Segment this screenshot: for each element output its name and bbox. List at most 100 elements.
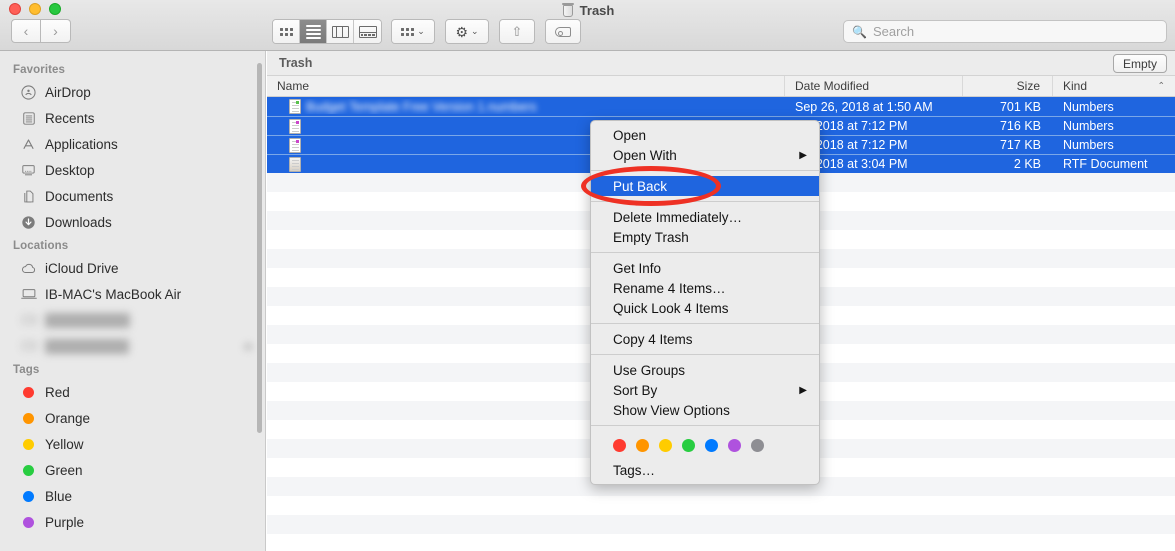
- gallery-view-icon: [359, 26, 377, 38]
- file-size-cell: 701 KB: [963, 100, 1053, 114]
- file-size-cell: 716 KB: [963, 119, 1053, 133]
- trash-can-icon: [561, 3, 575, 18]
- table-row[interactable]: Budget Template Free Version 1.numbersSe…: [267, 97, 1175, 116]
- list-view-button[interactable]: [300, 20, 327, 43]
- menu-item-get-info[interactable]: Get Info: [591, 258, 819, 278]
- menu-item-use-groups[interactable]: Use Groups: [591, 360, 819, 380]
- sidebar-item-label: iCloud Drive: [45, 261, 119, 276]
- menu-separator: [591, 354, 819, 355]
- sidebar-item-ib-mac-s-macbook-air[interactable]: IB-MAC's MacBook Air: [0, 281, 265, 307]
- sidebar-item-airdrop[interactable]: AirDrop: [0, 79, 265, 105]
- sidebar-item-desktop[interactable]: Desktop: [0, 157, 265, 183]
- column-view-button[interactable]: [327, 20, 354, 43]
- tag-color-swatch-2[interactable]: [659, 439, 672, 452]
- column-header-name[interactable]: Name: [267, 76, 785, 96]
- desktop-icon: [20, 162, 37, 179]
- sidebar-item-green[interactable]: Green: [0, 457, 265, 483]
- menu-item-delete-immediately[interactable]: Delete Immediately…: [591, 207, 819, 227]
- eject-icon[interactable]: ⏏: [244, 341, 253, 352]
- tag-color-swatch-0[interactable]: [613, 439, 626, 452]
- tag-dot-icon: [20, 488, 37, 505]
- column-header-kind[interactable]: Kind ⌃: [1053, 76, 1175, 96]
- sidebar-item-icloud-drive[interactable]: iCloud Drive: [0, 255, 265, 281]
- column-header-kind-label: Kind: [1063, 79, 1087, 93]
- menu-item-label: Show View Options: [613, 403, 730, 418]
- file-date-cell: Sep 26, 2018 at 1:50 AM: [785, 100, 963, 114]
- menu-separator: [591, 252, 819, 253]
- tag-color-swatch-5[interactable]: [728, 439, 741, 452]
- menu-item-label: Get Info: [613, 261, 661, 276]
- tag-color-swatch-6[interactable]: [751, 439, 764, 452]
- sidebar-item-label: Desktop: [45, 163, 95, 178]
- tag-color-swatch-1[interactable]: [636, 439, 649, 452]
- menu-item-label: Put Back: [613, 179, 667, 194]
- tags-button[interactable]: [545, 19, 581, 44]
- disk-icon: [20, 312, 37, 329]
- menu-item-empty-trash[interactable]: Empty Trash: [591, 227, 819, 247]
- sidebar-scrollbar[interactable]: [257, 63, 262, 433]
- menu-item-show-view-options[interactable]: Show View Options: [591, 400, 819, 420]
- empty-trash-button[interactable]: Empty: [1113, 54, 1167, 73]
- sidebar-item-macintosh-hd[interactable]: Macintosh HD: [0, 307, 265, 333]
- search-icon: 🔍: [852, 25, 867, 39]
- sidebar-item-applications[interactable]: Applications: [0, 131, 265, 157]
- tag-dot-icon: [20, 462, 37, 479]
- sidebar-item-label: AirDrop: [45, 85, 91, 100]
- sidebar-item-yellow[interactable]: Yellow: [0, 431, 265, 457]
- applications-icon: [20, 136, 37, 153]
- titlebar: Trash ‹ ›: [0, 0, 1175, 51]
- back-button[interactable]: ‹: [11, 19, 41, 43]
- sidebar-item-label: IB-MAC's MacBook Air: [45, 287, 181, 302]
- menu-item-put-back[interactable]: Put Back: [591, 176, 819, 196]
- menu-item-quick-look-4-items[interactable]: Quick Look 4 Items: [591, 298, 819, 318]
- numbers-doc-icon: [289, 119, 301, 134]
- column-header-size[interactable]: Size: [963, 76, 1053, 96]
- sidebar-item-recents[interactable]: Recents: [0, 105, 265, 131]
- file-kind-cell: RTF Document: [1053, 157, 1175, 171]
- numbers-doc-icon: [289, 138, 301, 153]
- menu-item-open[interactable]: Open: [591, 125, 819, 145]
- chevron-down-icon: ⌄: [417, 26, 425, 37]
- sidebar-item-label: Purple: [45, 515, 84, 530]
- submenu-arrow-icon: ▶: [799, 385, 807, 396]
- sidebar-item-label: Yellow: [45, 437, 84, 452]
- sidebar-item-time-machine[interactable]: Time Machine⏏: [0, 333, 265, 359]
- column-header-date-modified[interactable]: Date Modified: [785, 76, 963, 96]
- sidebar-item-label: Downloads: [45, 215, 112, 230]
- sidebar-section-header: Locations: [0, 235, 265, 255]
- sidebar-item-label: Recents: [45, 111, 95, 126]
- action-menu-button[interactable]: ⚙ ⌄: [445, 19, 489, 44]
- share-button[interactable]: ⇧: [499, 19, 535, 44]
- sidebar-item-label: Documents: [45, 189, 113, 204]
- gallery-view-button[interactable]: [354, 20, 381, 43]
- forward-button[interactable]: ›: [41, 19, 71, 43]
- empty-list-row: [267, 496, 1175, 515]
- downloads-icon: [20, 214, 37, 231]
- sidebar-section-header: Tags: [0, 359, 265, 379]
- documents-icon: [20, 188, 37, 205]
- menu-item-copy-4-items[interactable]: Copy 4 Items: [591, 329, 819, 349]
- menu-item-rename-4-items[interactable]: Rename 4 Items…: [591, 278, 819, 298]
- search-placeholder: Search: [873, 24, 914, 39]
- arrange-icon: [401, 28, 414, 36]
- menu-item-open-with[interactable]: Open With▶: [591, 145, 819, 165]
- sidebar-item-documents[interactable]: Documents: [0, 183, 265, 209]
- sidebar-item-orange[interactable]: Orange: [0, 405, 265, 431]
- context-menu: OpenOpen With▶ Put Back Delete Immediately…: [590, 120, 820, 485]
- icon-view-button[interactable]: [273, 20, 300, 43]
- tag-color-swatch-4[interactable]: [705, 439, 718, 452]
- sidebar-item-red[interactable]: Red: [0, 379, 265, 405]
- menu-item-tags[interactable]: Tags…: [591, 460, 819, 480]
- file-size-cell: 2 KB: [963, 157, 1053, 171]
- file-name-cell: Budget Template Free Version 1.numbers: [267, 99, 785, 114]
- menu-item-label: Delete Immediately…: [613, 210, 742, 225]
- tag-color-swatch-3[interactable]: [682, 439, 695, 452]
- arrange-button[interactable]: ⌄: [391, 19, 435, 44]
- tag-dot-icon: [20, 436, 37, 453]
- menu-separator: [591, 201, 819, 202]
- search-input[interactable]: 🔍 Search: [843, 20, 1167, 43]
- sidebar-item-purple[interactable]: Purple: [0, 509, 265, 535]
- menu-item-sort-by[interactable]: Sort By▶: [591, 380, 819, 400]
- sidebar-item-downloads[interactable]: Downloads: [0, 209, 265, 235]
- sidebar-item-blue[interactable]: Blue: [0, 483, 265, 509]
